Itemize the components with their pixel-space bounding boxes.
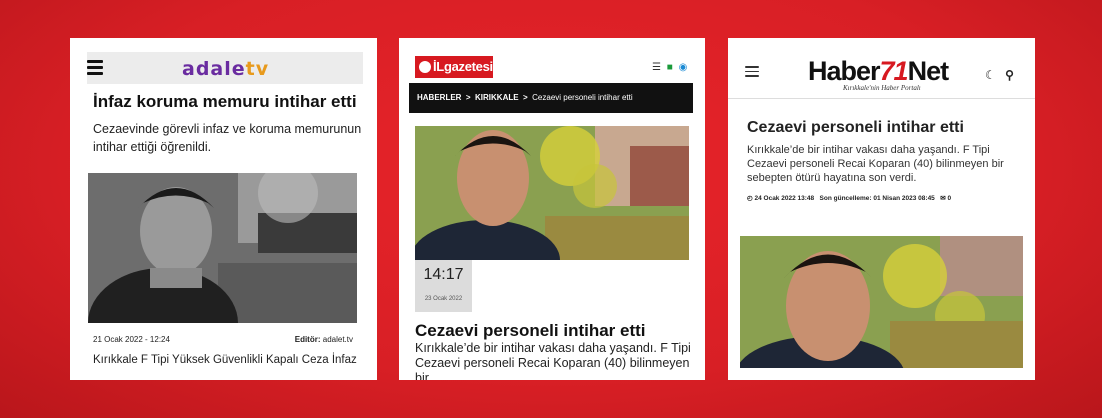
site-logo[interactable]: İLgazetesi	[415, 56, 493, 78]
site-logo[interactable]: Haber71Net	[808, 56, 949, 87]
clock-icon: ◴	[747, 195, 753, 202]
time-box: 14:17 23 Ocak 2022	[415, 260, 472, 312]
header-icons: ☰ ■ ◉	[649, 62, 687, 73]
breadcrumb-haberler[interactable]: HABERLER	[417, 93, 461, 102]
updated-date: Son güncelleme: 01 Nisan 2023 08:45	[819, 195, 935, 202]
site-logo[interactable]: adaletv	[182, 58, 269, 80]
comment-count[interactable]: 0	[947, 195, 951, 202]
article-body: Kırıkkale F Tipi Yüksek Güvenlikli Kapal…	[93, 354, 357, 366]
header-icons: ☾ ⚲	[985, 68, 1014, 82]
publish-date: 21 Ocak 2022 - 12:24	[93, 335, 170, 344]
article-summary: Cezaevinde görevli infaz ve koruma memur…	[93, 122, 362, 154]
turkish-flag-icon	[419, 61, 431, 73]
article-title: Cezaevi personeli intihar etti	[747, 119, 964, 136]
editor-name: adalet.tv	[322, 335, 353, 344]
publish-date: 23 Ocak 2022	[424, 296, 463, 302]
breadcrumb-current: Cezaevi personeli intihar etti	[532, 93, 633, 102]
editor-label: Editör:	[294, 335, 321, 344]
article-title: Cezaevi personeli intihar etti	[415, 321, 646, 340]
ilgazetesi-card: İLgazetesi ☰ ■ ◉ HABERLER > KIRIKKALE > …	[399, 38, 705, 380]
camera-icon[interactable]: ◉	[679, 62, 688, 73]
article-summary: Kırıkkale’de bir intihar vakası daha yaş…	[747, 144, 1004, 184]
article-photo	[88, 173, 357, 323]
article-photo	[415, 126, 689, 260]
site-tagline: Kırıkkale'nin Haber Portalı	[843, 84, 921, 92]
menu-icon[interactable]	[745, 66, 759, 80]
article-title: İnfaz koruma memuru intihar etti	[93, 92, 357, 111]
menu-icon[interactable]	[87, 60, 103, 78]
article-meta: ◴ 24 Ocak 2022 13:48 Son güncelleme: 01 …	[747, 194, 1027, 202]
article-photo	[740, 236, 1023, 368]
breadcrumb: HABERLER > KIRIKKALE > Cezaevi personeli…	[409, 83, 693, 113]
article-body: Kırıkkale’de bir intihar vakası daha yaş…	[415, 341, 691, 380]
dark-mode-icon[interactable]: ☾	[985, 68, 996, 82]
haber71net-card: Haber71Net Kırıkkale'nin Haber Portalı ☾…	[728, 38, 1035, 380]
publish-date: 24 Ocak 2022 13:48	[754, 195, 815, 202]
article-meta: 21 Ocak 2022 - 12:24 Editör: adalet.tv	[93, 335, 353, 344]
video-icon[interactable]: ■	[667, 62, 673, 73]
breadcrumb-kirikkale[interactable]: KIRIKKALE	[475, 93, 519, 102]
adalettv-card: adaletv İnfaz koruma memuru intihar etti…	[70, 38, 377, 380]
comment-icon[interactable]: ✉	[940, 195, 945, 202]
site-header: adaletv	[87, 52, 363, 84]
publish-time: 14:17	[423, 266, 464, 283]
menu-icon[interactable]: ☰	[652, 62, 661, 73]
site-header: Haber71Net Kırıkkale'nin Haber Portalı ☾…	[728, 38, 1035, 99]
search-icon[interactable]: ⚲	[1005, 68, 1014, 82]
